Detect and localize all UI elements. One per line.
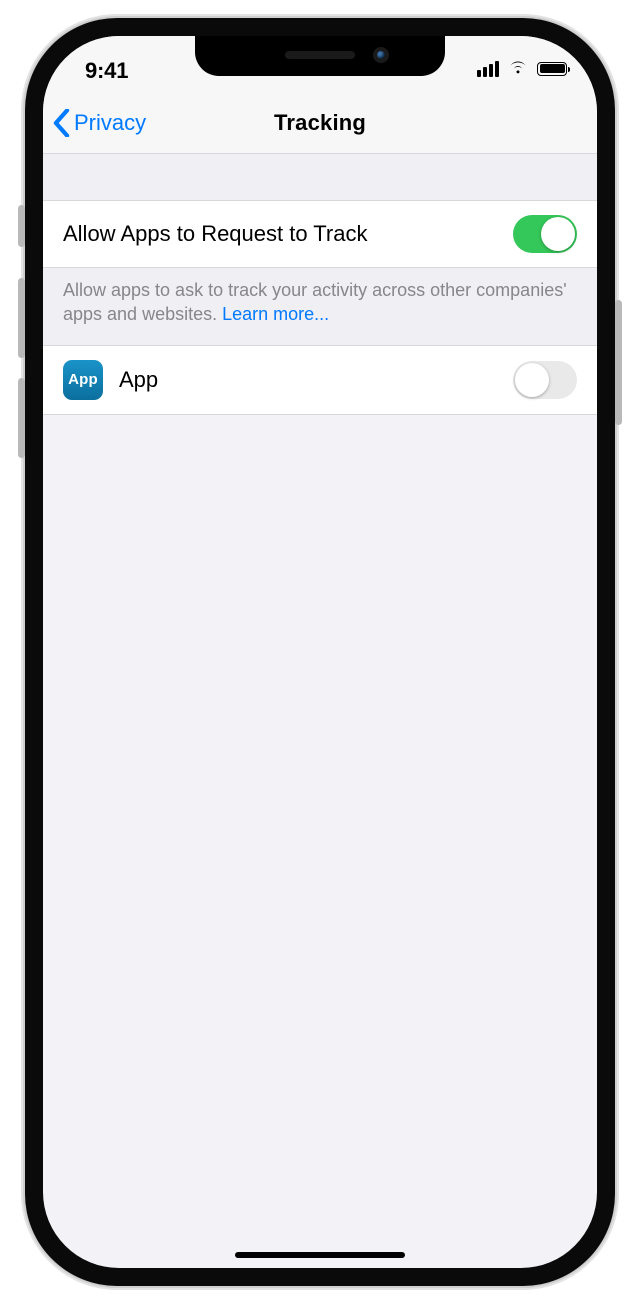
nav-bar: Privacy Tracking [43,92,597,154]
status-time: 9:41 [85,58,128,84]
chevron-left-icon [53,109,70,137]
app-name: App [119,367,513,393]
back-button[interactable]: Privacy [53,92,146,153]
allow-apps-request-label: Allow Apps to Request to Track [63,221,513,247]
allow-apps-request-toggle[interactable] [513,215,577,253]
app-tracking-toggle[interactable] [513,361,577,399]
section-footer: Allow apps to ask to track your activity… [43,268,597,345]
device-notch [195,36,445,76]
app-icon: App [63,360,103,400]
allow-apps-request-row: Allow Apps to Request to Track [43,200,597,268]
back-label: Privacy [74,110,146,136]
home-indicator[interactable] [235,1252,405,1258]
app-row: App App [43,345,597,415]
cellular-icon [477,61,499,77]
wifi-icon [507,58,529,79]
learn-more-link[interactable]: Learn more... [222,304,329,324]
settings-content: Allow Apps to Request to Track Allow app… [43,154,597,415]
battery-icon [537,62,567,76]
page-title: Tracking [274,110,366,136]
